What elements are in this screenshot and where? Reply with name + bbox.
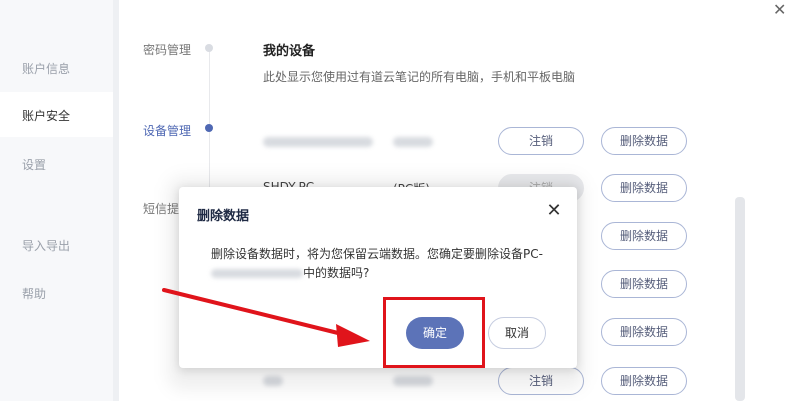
annotation-arrow [162,288,370,347]
